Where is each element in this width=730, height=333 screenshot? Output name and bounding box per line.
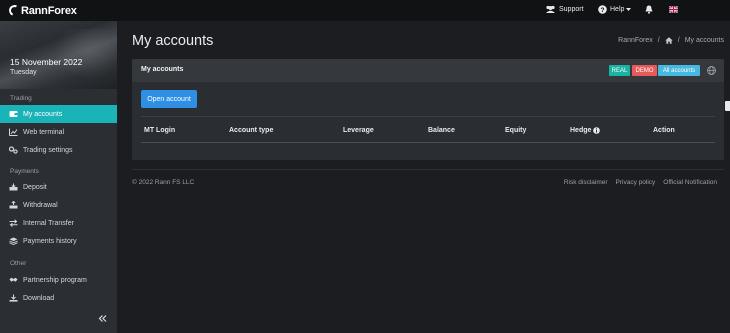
info-icon[interactable] [593,127,601,134]
sidebar-item-label: My accounts [23,110,63,118]
history-icon [9,237,18,246]
column-header-equity: Equity [505,127,527,134]
withdrawal-icon [9,201,18,210]
sidebar-item-partnership-program[interactable]: Partnership program [0,271,117,289]
section-label-payments: Payments [10,168,39,175]
sidebar-item-label: Web terminal [23,128,65,136]
accounts-table-header: MT Login Account type Leverage Balance E… [141,127,715,139]
question-icon: ? [598,5,607,14]
section-label-other: Other [10,260,27,267]
current-date: 15 November 2022 [10,57,83,67]
footer-link-official-notification[interactable]: Official Notification [663,179,717,186]
side-panel-toggle[interactable] [725,101,730,111]
section-label-trading: Trading [10,95,32,102]
bell-icon [645,5,653,14]
footer-divider [132,169,724,170]
deposit-icon [9,183,18,192]
column-header-hedge: Hedge [570,127,601,134]
sidebar-item-label: Download [23,294,55,302]
sidebar-item-label: Partnership program [23,276,87,284]
sidebar-item-label: Deposit [23,183,47,191]
help-label: Help [610,6,625,13]
footer-link-privacy-policy[interactable]: Privacy policy [616,179,656,186]
sidebar-item-payments-history[interactable]: Payments history [0,232,117,250]
sidebar-item-label: Internal Transfer [23,219,74,227]
notifications-button[interactable] [645,5,653,14]
brand-name: RannForex [21,4,77,17]
globe-icon[interactable] [707,66,716,75]
column-header-hedge-label: Hedge [570,127,592,134]
date-panel: 15 November 2022 Tuesday [0,21,117,89]
sidebar-item-label: Withdrawal [23,201,58,209]
copyright: © 2022 Rann FS LLC [132,179,195,186]
column-header-account-type: Account type [229,127,274,134]
download-icon [9,294,18,303]
filter-demo-button[interactable]: DEMO [632,65,657,76]
column-header-mt-login: MT Login [144,127,176,134]
table-header-divider [141,142,715,143]
caret-down-icon [626,7,632,12]
sidebar-item-my-accounts[interactable]: My accounts [0,105,117,123]
open-account-button[interactable]: Open account [141,90,197,108]
column-header-action: Action [653,127,675,134]
sidebar-item-deposit[interactable]: Deposit [0,178,117,196]
transfer-icon [9,219,18,228]
brand-logo[interactable]: RannForex [7,3,77,18]
breadcrumb-separator: / [657,37,660,44]
sidebar-item-web-terminal[interactable]: Web terminal [0,123,117,141]
double-chevron-left-icon [98,314,107,322]
filter-all-accounts-button[interactable]: All accounts [658,65,700,76]
breadcrumb-current: My accounts [684,37,724,44]
footer-links: Risk disclaimer Privacy policy Official … [564,179,717,186]
breadcrumb-root[interactable]: RannForex [618,37,653,44]
footer-link-risk-disclaimer[interactable]: Risk disclaimer [564,179,608,186]
current-weekday: Tuesday [10,69,37,76]
users-icon [545,5,556,14]
settings-icon [9,146,18,155]
sidebar-collapse-button[interactable] [96,313,108,323]
page-title: My accounts [132,33,214,49]
sidebar: 15 November 2022 Tuesday Trading My acco… [0,21,117,333]
sidebar-item-internal-transfer[interactable]: Internal Transfer [0,214,117,232]
svg-text:?: ? [601,7,605,14]
accounts-card: My accounts REAL DEMO All accounts Open … [132,59,724,160]
sidebar-item-withdrawal[interactable]: Withdrawal [0,196,117,214]
divider [141,116,715,117]
column-header-balance: Balance [428,127,455,134]
card-title: My accounts [141,66,184,73]
language-selector[interactable] [669,6,678,13]
handshake-icon [9,276,18,285]
card-header: My accounts REAL DEMO All accounts [132,59,724,82]
help-menu[interactable]: ? Help [598,5,632,14]
column-header-leverage: Leverage [343,127,374,134]
chart-icon [9,128,18,137]
home-icon[interactable] [665,37,673,44]
breadcrumb-separator: / [677,37,680,44]
wallet-icon [9,110,18,119]
sidebar-item-download[interactable]: Download [0,289,117,307]
sidebar-item-label: Trading settings [23,146,73,154]
sidebar-item-label: Payments history [23,237,77,245]
sidebar-item-trading-settings[interactable]: Trading settings [0,141,117,159]
logo-swoosh-icon [7,3,22,18]
support-link[interactable]: Support [545,5,584,14]
uk-flag-icon [669,6,678,13]
top-bar: RannForex Support ? Help [0,0,730,21]
filter-real-button[interactable]: REAL [609,65,630,76]
support-label: Support [559,6,584,13]
breadcrumb: RannForex / / My accounts [618,37,724,44]
